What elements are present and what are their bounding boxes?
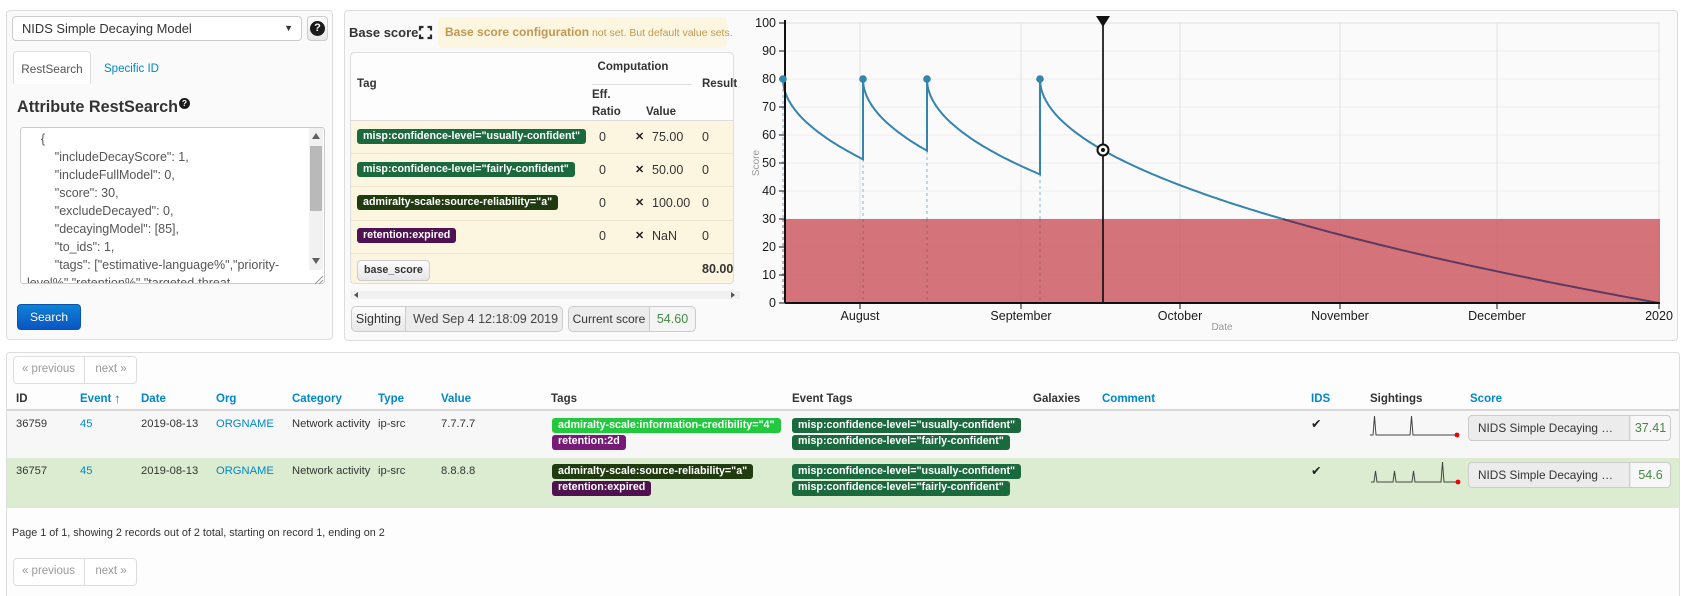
svg-text:40: 40 xyxy=(762,184,776,198)
svg-text:60: 60 xyxy=(762,128,776,142)
svg-text:30: 30 xyxy=(762,212,776,226)
svg-text:20: 20 xyxy=(762,240,776,254)
svg-text:Date: Date xyxy=(1211,322,1233,333)
svg-text:September: September xyxy=(990,309,1051,323)
svg-text:10: 10 xyxy=(762,268,776,282)
svg-text:November: November xyxy=(1311,309,1369,323)
svg-text:90: 90 xyxy=(762,44,776,58)
svg-text:August: August xyxy=(841,309,880,323)
svg-text:0: 0 xyxy=(769,296,776,310)
svg-text:50: 50 xyxy=(762,156,776,170)
svg-text:December: December xyxy=(1468,309,1526,323)
svg-text:80: 80 xyxy=(762,72,776,86)
svg-text:70: 70 xyxy=(762,100,776,114)
svg-text:100: 100 xyxy=(755,16,776,30)
svg-text:October: October xyxy=(1158,309,1202,323)
svg-text:Score: Score xyxy=(751,150,762,177)
svg-text:2020: 2020 xyxy=(1645,309,1673,323)
